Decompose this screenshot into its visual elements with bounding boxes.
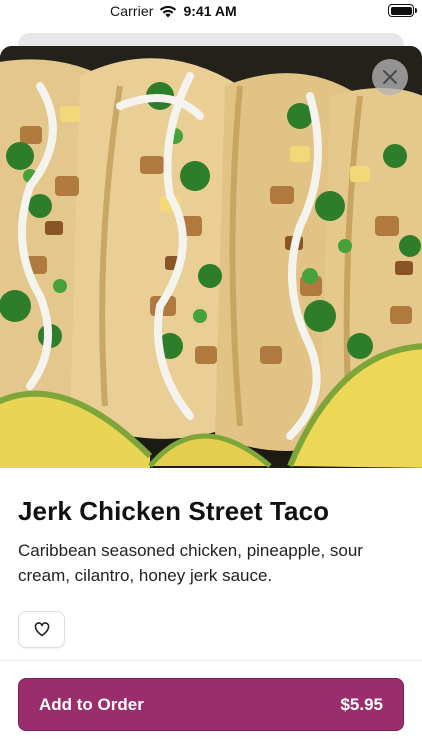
battery-icon: [388, 4, 417, 17]
add-to-order-label: Add to Order: [39, 694, 144, 714]
divider: [0, 660, 422, 661]
taco-illustration: [0, 46, 422, 468]
heart-icon: [34, 622, 49, 637]
item-details: Jerk Chicken Street Taco Caribbean seaso…: [18, 494, 404, 588]
status-center: Carrier 9:41 AM: [110, 3, 237, 19]
item-image: [0, 46, 422, 468]
favorite-button[interactable]: [18, 611, 65, 648]
wifi-icon: [160, 5, 177, 17]
status-bar: Carrier 9:41 AM: [0, 0, 422, 24]
item-detail-screen: Carrier 9:41 AM Jerk Chicken Street Taco…: [0, 0, 422, 750]
carrier-label: Carrier: [110, 3, 154, 19]
item-description: Caribbean seasoned chicken, pineapple, s…: [18, 541, 363, 585]
status-time: 9:41 AM: [183, 3, 237, 19]
item-price: $5.95: [340, 694, 383, 714]
add-to-order-button[interactable]: Add to Order $5.95: [18, 678, 404, 731]
item-title: Jerk Chicken Street Taco: [18, 496, 330, 526]
close-button[interactable]: [372, 59, 408, 95]
close-icon: [383, 70, 397, 84]
